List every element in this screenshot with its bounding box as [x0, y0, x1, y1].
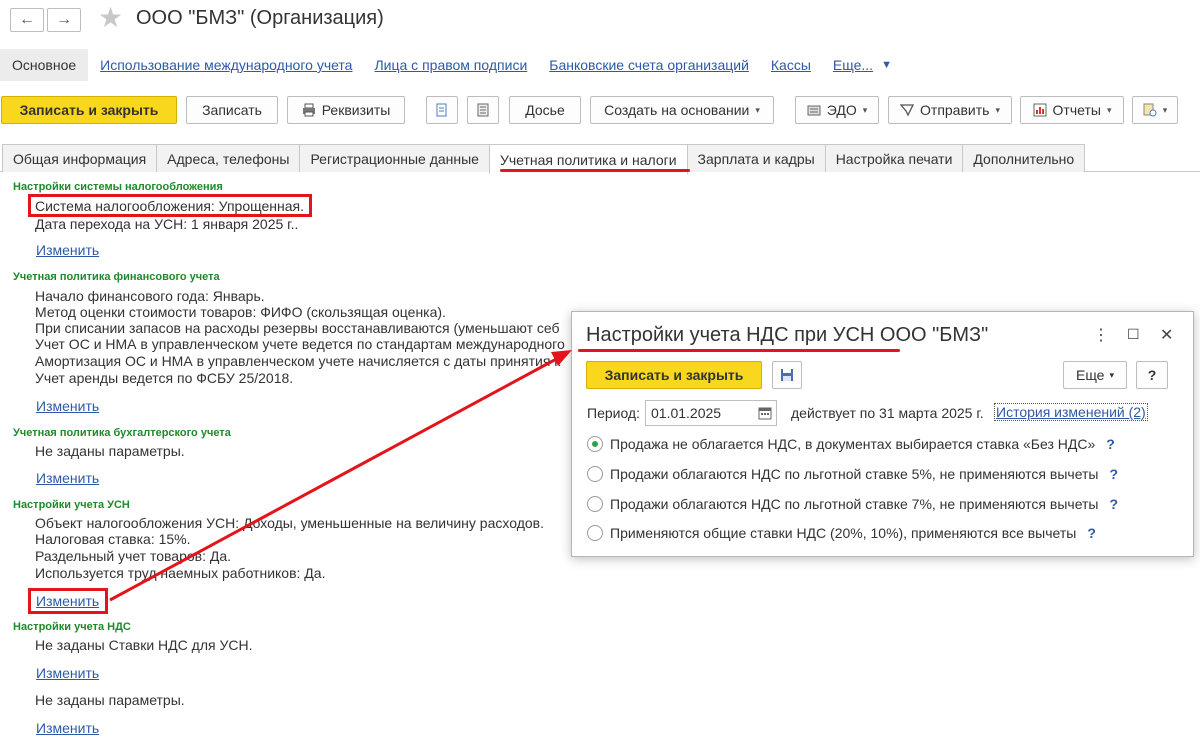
- annotation-arrow-head: [551, 350, 572, 366]
- annotation-arrow-line: [109, 355, 561, 602]
- annotation-arrow-layer: [109, 350, 572, 602]
